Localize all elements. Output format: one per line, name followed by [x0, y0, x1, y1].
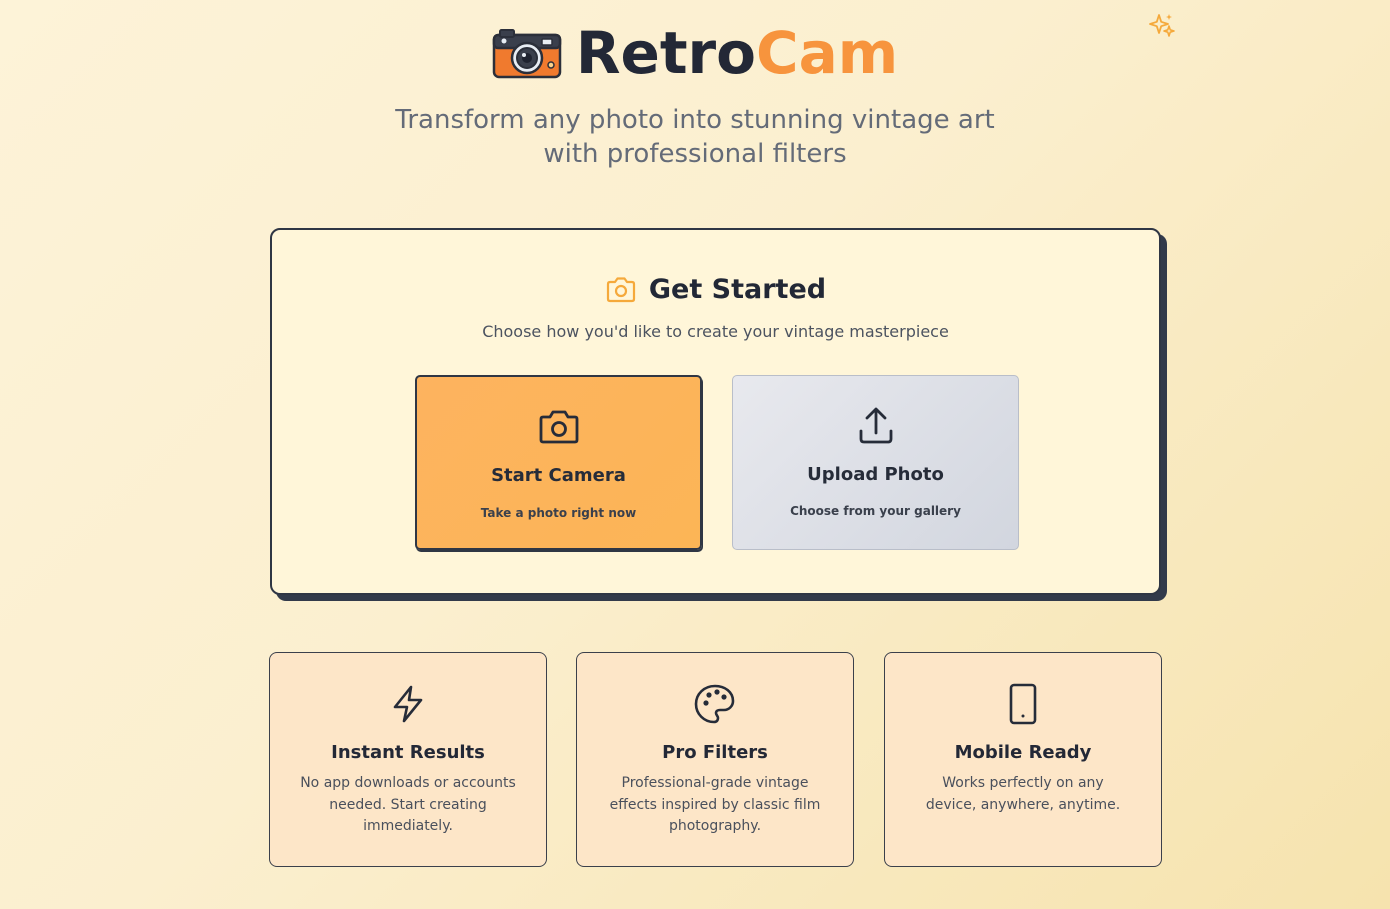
- lightning-icon: [393, 685, 423, 723]
- feature-title: Instant Results: [331, 742, 485, 763]
- camera-outline-icon: [606, 276, 635, 302]
- upload-photo-button[interactable]: Upload Photo Choose from your gallery: [732, 375, 1019, 550]
- get-started-subtitle: Choose how you'd like to create your vin…: [482, 322, 949, 341]
- upload-icon: [859, 407, 892, 444]
- feature-card-mobile-ready: Mobile Ready Works perfectly on any devi…: [884, 652, 1162, 867]
- start-camera-description: Take a photo right now: [480, 506, 637, 520]
- get-started-title: Get Started: [648, 274, 827, 305]
- brand-part-retro: Retro: [575, 19, 757, 87]
- upload-photo-label: Upload Photo: [807, 464, 944, 485]
- camera-icon: [539, 410, 578, 444]
- tagline: Transform any photo into stunning vintag…: [0, 103, 1390, 171]
- brand-part-cam: Cam: [756, 19, 899, 87]
- feature-card-instant-results: Instant Results No app downloads or acco…: [269, 652, 547, 867]
- start-camera-label: Start Camera: [491, 465, 626, 486]
- get-started-header: Get Started: [272, 274, 1159, 305]
- retro-camera-logo-icon: [492, 29, 562, 79]
- logo-header: RetroCam: [0, 22, 1390, 84]
- upload-photo-description: Choose from your gallery: [790, 504, 961, 518]
- start-camera-button[interactable]: Start Camera Take a photo right now: [415, 375, 702, 550]
- feature-title: Mobile Ready: [954, 742, 1092, 763]
- feature-card-pro-filters: Pro Filters Professional-grade vintage e…: [576, 652, 854, 867]
- get-started-panel: Get Started Choose how you'd like to cre…: [270, 228, 1161, 595]
- palette-icon: [694, 684, 735, 724]
- feature-description: No app downloads or accounts needed. Sta…: [300, 775, 516, 834]
- tagline-line-1: Transform any photo into stunning vintag…: [395, 105, 995, 135]
- feature-description: Works perfectly on any device, anywhere,…: [925, 775, 1121, 813]
- tagline-line-2: with professional filters: [543, 139, 847, 169]
- tablet-icon: [1009, 683, 1037, 725]
- feature-description: Professional-grade vintage effects inspi…: [609, 775, 821, 834]
- brand-title: RetroCam: [576, 22, 898, 84]
- feature-title: Pro Filters: [662, 742, 768, 763]
